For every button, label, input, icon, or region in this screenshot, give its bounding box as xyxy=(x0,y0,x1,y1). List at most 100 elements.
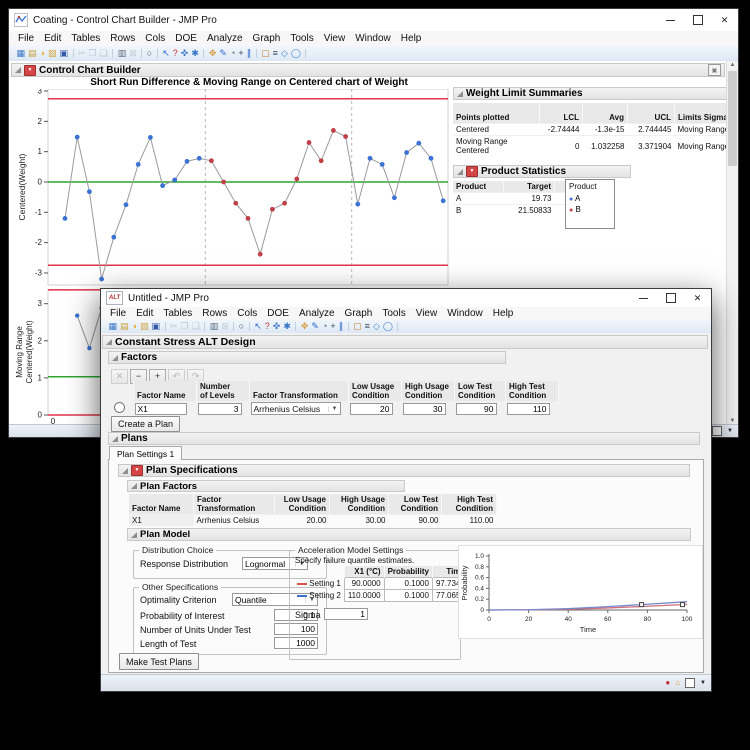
list-annotate-icon[interactable]: ≡ xyxy=(365,322,370,331)
journal-icon[interactable]: ▥ xyxy=(210,322,219,331)
oval-annotate-icon[interactable]: ◯ xyxy=(383,322,393,331)
create-plan-button[interactable]: Create a Plan xyxy=(111,416,180,432)
low-test-input[interactable] xyxy=(456,403,497,415)
menu-help[interactable]: Help xyxy=(488,308,519,319)
high-usage-input[interactable] xyxy=(403,403,446,415)
menu-analyze[interactable]: Analyze xyxy=(294,308,340,319)
tab-plan-settings-1[interactable]: Plan Settings 1 xyxy=(109,446,182,460)
factor-select-radio[interactable] xyxy=(114,402,125,413)
menu-tables[interactable]: Tables xyxy=(158,308,197,319)
new-data-table-icon[interactable]: ▦ xyxy=(17,49,26,58)
menu-rows[interactable]: Rows xyxy=(197,308,232,319)
disclosure-triangle-icon[interactable] xyxy=(112,355,118,361)
lasso-tool-icon[interactable]: ✎ xyxy=(219,49,227,58)
menu-view[interactable]: View xyxy=(319,33,351,44)
help-tool-icon[interactable]: ? xyxy=(173,49,178,58)
crosshair-tool-icon[interactable]: ✜ xyxy=(273,322,281,331)
open-icon[interactable]: ▨ xyxy=(48,49,57,58)
plans-header[interactable]: Plans xyxy=(108,432,700,445)
lasso-tool-icon[interactable]: ✎ xyxy=(311,322,319,331)
menu-cols[interactable]: Cols xyxy=(140,33,170,44)
text-annotate-icon[interactable]: ▢ xyxy=(261,49,270,58)
close-button[interactable]: ✕ xyxy=(711,9,738,31)
disclosure-triangle-icon[interactable] xyxy=(112,436,118,442)
menu-cols[interactable]: Cols xyxy=(232,308,262,319)
magnifier-tool-icon[interactable]: ◔ xyxy=(230,49,235,58)
minimize-button[interactable] xyxy=(657,9,684,31)
close-button[interactable]: ✕ xyxy=(684,289,711,307)
menu-tools[interactable]: Tools xyxy=(285,33,318,44)
grabber-tool-icon[interactable]: ✥ xyxy=(301,322,309,331)
help-tool-icon[interactable]: ? xyxy=(265,322,270,331)
setting2-x1-cell[interactable]: 110.0000 xyxy=(344,590,384,602)
setting1-x1-cell[interactable]: 90.0000 xyxy=(344,578,384,590)
menu-graph[interactable]: Graph xyxy=(340,308,378,319)
disclosure-triangle-icon[interactable] xyxy=(131,483,137,489)
red-triangle-menu-icon[interactable]: ▼ xyxy=(131,465,143,476)
magnifier-tool-icon[interactable]: ◔ xyxy=(322,322,327,331)
menu-window[interactable]: Window xyxy=(350,33,396,44)
menu-edit[interactable]: Edit xyxy=(131,308,158,319)
disclosure-triangle-icon[interactable] xyxy=(122,468,128,474)
crosshair-tool-icon[interactable]: ✜ xyxy=(181,49,189,58)
red-triangle-menu-icon[interactable]: ▼ xyxy=(466,166,478,177)
plan-model-header[interactable]: Plan Model xyxy=(127,528,691,541)
menu-tools[interactable]: Tools xyxy=(377,308,410,319)
plus-tool-icon[interactable]: + xyxy=(330,322,335,331)
coating-titlebar[interactable]: Coating - Control Chart Builder - JMP Pr… xyxy=(9,9,738,32)
plus-tool-icon[interactable]: + xyxy=(238,49,243,58)
transformation-dropdown[interactable]: Arrhenius Celsius▼ xyxy=(251,402,341,415)
save-icon[interactable]: ▣ xyxy=(151,322,160,331)
setting1-probability-cell[interactable]: 0.1000 xyxy=(384,578,432,590)
constant-stress-alt-header[interactable]: Constant Stress ALT Design xyxy=(102,335,708,349)
menu-help[interactable]: Help xyxy=(396,33,427,44)
factors-header[interactable]: Factors xyxy=(108,351,506,364)
scroll-up-icon[interactable]: ▲ xyxy=(727,62,738,68)
product-statistics-header[interactable]: ▼ Product Statistics xyxy=(453,165,631,178)
disclosure-triangle-icon[interactable] xyxy=(106,339,112,345)
polygon-annotate-icon[interactable]: ◇ xyxy=(373,322,380,331)
high-test-input[interactable] xyxy=(507,403,550,415)
scrollbar-thumb[interactable] xyxy=(728,71,737,166)
menu-file[interactable]: File xyxy=(105,308,131,319)
menu-view[interactable]: View xyxy=(411,308,443,319)
brush-tool-icon[interactable]: ✱ xyxy=(191,49,199,58)
polygon-annotate-icon[interactable]: ◇ xyxy=(281,49,288,58)
python-script-icon[interactable]: ◑ xyxy=(40,49,45,58)
plan-factors-header[interactable]: Plan Factors xyxy=(127,480,405,492)
list-annotate-icon[interactable]: ≡ xyxy=(273,49,278,58)
levels-input[interactable] xyxy=(198,403,242,415)
make-test-plans-button[interactable]: Make Test Plans xyxy=(119,653,199,670)
maximize-button[interactable] xyxy=(684,9,711,31)
weight-limit-summaries-header[interactable]: Weight Limit Summaries xyxy=(453,87,727,100)
search-icon[interactable]: ○ xyxy=(147,49,152,58)
new-journal-icon[interactable]: ▤ xyxy=(120,322,129,331)
disclosure-triangle-icon[interactable] xyxy=(15,67,21,73)
minimize-button[interactable] xyxy=(630,289,657,307)
status-dropdown-icon[interactable]: ▼ xyxy=(727,427,733,435)
new-data-table-icon[interactable]: ▦ xyxy=(109,322,118,331)
journal-icon[interactable]: ▥ xyxy=(118,49,127,58)
pen-tool-icon[interactable]: ∥ xyxy=(247,49,252,58)
report-window-controls-icon[interactable]: ▣ xyxy=(708,64,721,76)
open-icon[interactable]: ▨ xyxy=(140,322,149,331)
menu-file[interactable]: File xyxy=(13,33,39,44)
menu-window[interactable]: Window xyxy=(442,308,488,319)
menu-graph[interactable]: Graph xyxy=(248,33,286,44)
sigma-input[interactable] xyxy=(324,608,368,620)
plan-specifications-header[interactable]: ▼ Plan Specifications xyxy=(118,464,690,477)
factor-name-input[interactable] xyxy=(135,403,187,415)
untitled-titlebar[interactable]: ALT Untitled - JMP Pro ✕ xyxy=(101,289,711,308)
menu-doe[interactable]: DOE xyxy=(262,308,294,319)
disclosure-triangle-icon[interactable] xyxy=(457,91,463,97)
text-annotate-icon[interactable]: ▢ xyxy=(353,322,362,331)
disclosure-triangle-icon[interactable] xyxy=(131,532,137,538)
python-script-icon[interactable]: ◑ xyxy=(132,322,137,331)
menu-analyze[interactable]: Analyze xyxy=(202,33,248,44)
red-triangle-menu-icon[interactable]: ▼ xyxy=(24,65,36,76)
grabber-tool-icon[interactable]: ✥ xyxy=(209,49,217,58)
disclosure-triangle-icon[interactable] xyxy=(457,169,463,175)
menu-rows[interactable]: Rows xyxy=(105,33,140,44)
control-chart-builder-header[interactable]: ▼ Control Chart Builder ▣ xyxy=(11,63,725,77)
vertical-scrollbar[interactable]: ▲ ▼ xyxy=(726,61,738,425)
